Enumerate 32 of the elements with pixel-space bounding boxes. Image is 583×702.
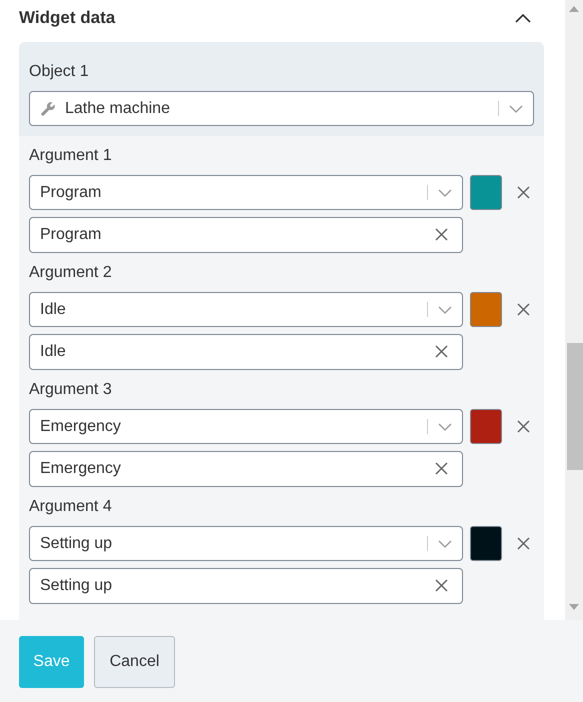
field-label: Argument 3 [29,380,112,400]
scrollbar[interactable] [565,0,583,620]
clear-icon[interactable] [435,228,448,241]
argument-select[interactable]: Emergency [29,409,463,444]
color-swatch[interactable] [470,292,502,327]
chevron-down-icon [438,306,452,314]
chevron-down-icon [438,422,452,430]
field-label: Argument 4 [29,497,112,517]
color-swatch[interactable] [470,409,502,444]
text-field[interactable]: Setting up [29,568,463,604]
cancel-button[interactable]: Cancel [94,636,175,688]
text-field[interactable]: Emergency [29,451,463,487]
wrench-icon [40,100,56,116]
chevron-down-icon [438,540,452,548]
clear-icon[interactable] [435,579,448,592]
scrollbar-thumb[interactable] [567,343,583,470]
argument-select[interactable]: Idle [29,292,463,327]
chevron-down-icon [509,104,523,112]
argument-select[interactable]: Program [29,175,463,210]
object-select[interactable]: Lathe machine [29,91,534,126]
text-field[interactable]: Program [29,217,463,253]
color-swatch[interactable] [470,175,502,210]
field-label: Argument 2 [29,263,112,283]
clear-icon[interactable] [435,345,448,358]
clear-icon[interactable] [435,462,448,475]
argument-select[interactable]: Setting up [29,526,463,561]
chevron-down-icon [438,188,452,196]
field-label: Argument 1 [29,146,112,166]
color-swatch[interactable] [470,526,502,561]
text-field[interactable]: Idle [29,334,463,370]
field-label: Object 1 [29,62,89,82]
section-title: Widget data [19,7,116,30]
